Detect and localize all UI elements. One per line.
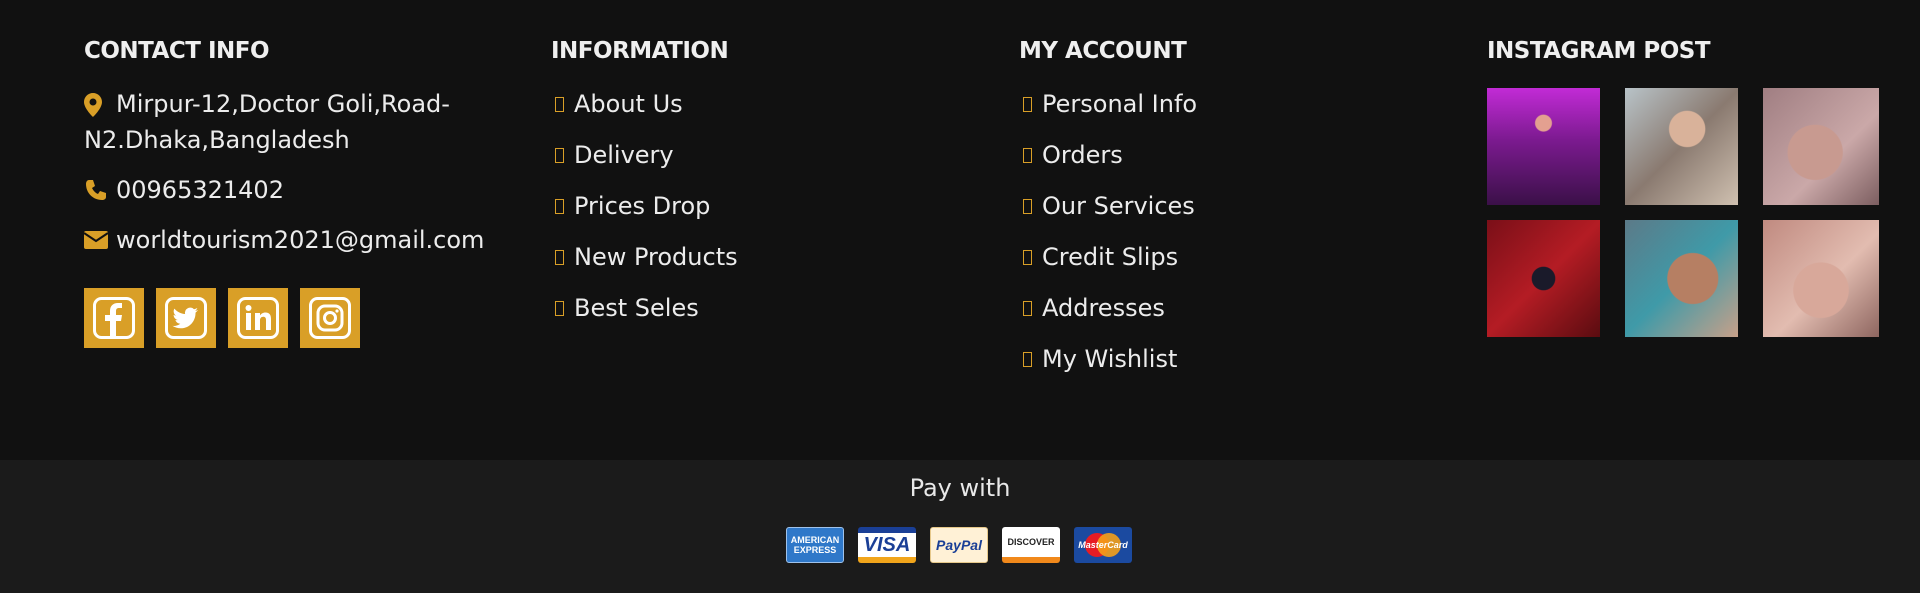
contact-phone-text[interactable]: 00965321402	[116, 172, 284, 208]
bullet-icon	[555, 198, 564, 214]
contact-phone: 00965321402	[84, 172, 504, 208]
contact-address-text: Mirpur-12,Doctor Goli,Road-N2.Dhaka,Bang…	[84, 90, 450, 154]
link-best-sales[interactable]: Best Seles	[551, 290, 971, 326]
link-new-products[interactable]: New Products	[551, 239, 971, 275]
phone-icon	[84, 172, 108, 208]
my-account-title: MY ACCOUNT	[1019, 38, 1187, 64]
contact-email: worldtourism2021@gmail.com	[84, 222, 504, 258]
instagram-post-image[interactable]	[1487, 88, 1600, 205]
link-my-wishlist[interactable]: My Wishlist	[1019, 341, 1439, 377]
footer-top: CONTACT INFO Mirpur-12,Doctor Goli,Road-…	[0, 0, 1920, 460]
link-orders[interactable]: Orders	[1019, 137, 1439, 173]
linkedin-button[interactable]	[228, 288, 288, 348]
instagram-post-image[interactable]	[1625, 220, 1738, 337]
account-links: Personal Info Orders Our Services Credit…	[1019, 86, 1439, 377]
bullet-icon	[1023, 147, 1032, 163]
instagram-post-image[interactable]	[1763, 220, 1879, 337]
bullet-icon	[555, 300, 564, 316]
contact-email-text[interactable]: worldtourism2021@gmail.com	[116, 222, 484, 258]
instagram-title: INSTAGRAM POST	[1487, 38, 1711, 64]
envelope-icon	[84, 222, 108, 258]
discover-card-icon: DISCOVER	[1002, 527, 1060, 563]
link-about-us[interactable]: About Us	[551, 86, 971, 122]
instagram-button[interactable]	[300, 288, 360, 348]
bullet-icon	[1023, 96, 1032, 112]
bullet-icon	[1023, 300, 1032, 316]
instagram-grid	[1487, 88, 1887, 337]
instagram-post-image[interactable]	[1625, 88, 1738, 205]
bullet-icon	[555, 249, 564, 265]
bullet-icon	[555, 96, 564, 112]
link-prices-drop[interactable]: Prices Drop	[551, 188, 971, 224]
link-personal-info[interactable]: Personal Info	[1019, 86, 1439, 122]
social-links	[84, 288, 504, 348]
instagram-column: INSTAGRAM POST	[1487, 36, 1887, 337]
amex-card-icon: AMERICAN EXPRESS	[786, 527, 844, 563]
link-delivery[interactable]: Delivery	[551, 137, 971, 173]
twitter-button[interactable]	[156, 288, 216, 348]
bullet-icon	[555, 147, 564, 163]
link-addresses[interactable]: Addresses	[1019, 290, 1439, 326]
instagram-post-image[interactable]	[1763, 88, 1879, 205]
bullet-icon	[1023, 249, 1032, 265]
twitter-icon	[165, 297, 207, 339]
information-column: INFORMATION About Us Delivery Prices Dro…	[551, 36, 971, 341]
link-credit-slips[interactable]: Credit Slips	[1019, 239, 1439, 275]
pay-with-label: Pay with	[909, 474, 1011, 502]
payment-bar: Pay with AMERICAN EXPRESS VISA PayPal DIS…	[0, 460, 1920, 593]
paypal-card-icon: PayPal	[930, 527, 988, 563]
instagram-icon	[309, 297, 351, 339]
bullet-icon	[1023, 198, 1032, 214]
mastercard-card-icon: MasterCard	[1074, 527, 1132, 563]
contact-info-title: CONTACT INFO	[84, 38, 270, 64]
map-marker-icon	[84, 93, 108, 117]
facebook-button[interactable]	[84, 288, 144, 348]
facebook-icon	[93, 297, 135, 339]
information-links: About Us Delivery Prices Drop New Produc…	[551, 86, 971, 326]
visa-card-icon: VISA	[858, 527, 916, 563]
link-our-services[interactable]: Our Services	[1019, 188, 1439, 224]
bullet-icon	[1023, 351, 1032, 367]
my-account-column: MY ACCOUNT Personal Info Orders Our Serv…	[1019, 36, 1439, 392]
instagram-post-image[interactable]	[1487, 220, 1600, 337]
contact-address: Mirpur-12,Doctor Goli,Road-N2.Dhaka,Bang…	[84, 86, 504, 158]
contact-info-column: CONTACT INFO Mirpur-12,Doctor Goli,Road-…	[84, 36, 504, 348]
information-title: INFORMATION	[551, 38, 729, 64]
linkedin-icon	[237, 297, 279, 339]
payment-methods: AMERICAN EXPRESS VISA PayPal DISCOVER Mas…	[786, 527, 1132, 563]
